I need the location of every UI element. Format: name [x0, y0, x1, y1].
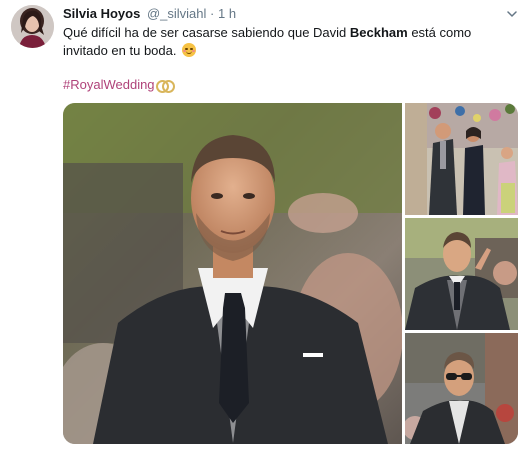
photo-gesture[interactable]: [405, 218, 518, 330]
tweet-card[interactable]: Silvia Hoyos @_silviahl · 1 h Qué difíci…: [0, 0, 530, 456]
tweet-text-part: Qué difícil ha de ser casarse sabiendo q…: [63, 25, 350, 40]
media-grid: [63, 103, 518, 444]
wedding-rings-icon: [155, 78, 175, 93]
photo-sunglasses[interactable]: [405, 333, 518, 444]
author-name[interactable]: Silvia Hoyos: [63, 6, 140, 21]
avatar-image: [11, 5, 54, 48]
timestamp[interactable]: 1 h: [218, 6, 236, 21]
photo-couple[interactable]: [405, 103, 518, 215]
chevron-down-icon[interactable]: [506, 8, 518, 20]
author-handle[interactable]: @_silviahl: [147, 6, 206, 21]
hashtag-link[interactable]: #RoyalWedding: [63, 77, 155, 92]
photo-main[interactable]: [63, 103, 402, 444]
tweet-text: Qué difícil ha de ser casarse sabiendo q…: [63, 24, 503, 60]
tweet-header: Silvia Hoyos @_silviahl · 1 h: [63, 6, 236, 22]
photo-main-image: [63, 103, 402, 444]
avatar[interactable]: [11, 5, 54, 48]
photo-gesture-image: [405, 218, 518, 330]
photo-couple-image: [405, 103, 518, 215]
tweet-text-bold: Beckham: [349, 25, 408, 40]
separator-dot: ·: [210, 6, 215, 21]
smiling-blushing-face-icon: [182, 43, 197, 57]
photo-sunglasses-image: [405, 333, 518, 444]
hashtag-line: #RoyalWedding: [63, 77, 175, 93]
